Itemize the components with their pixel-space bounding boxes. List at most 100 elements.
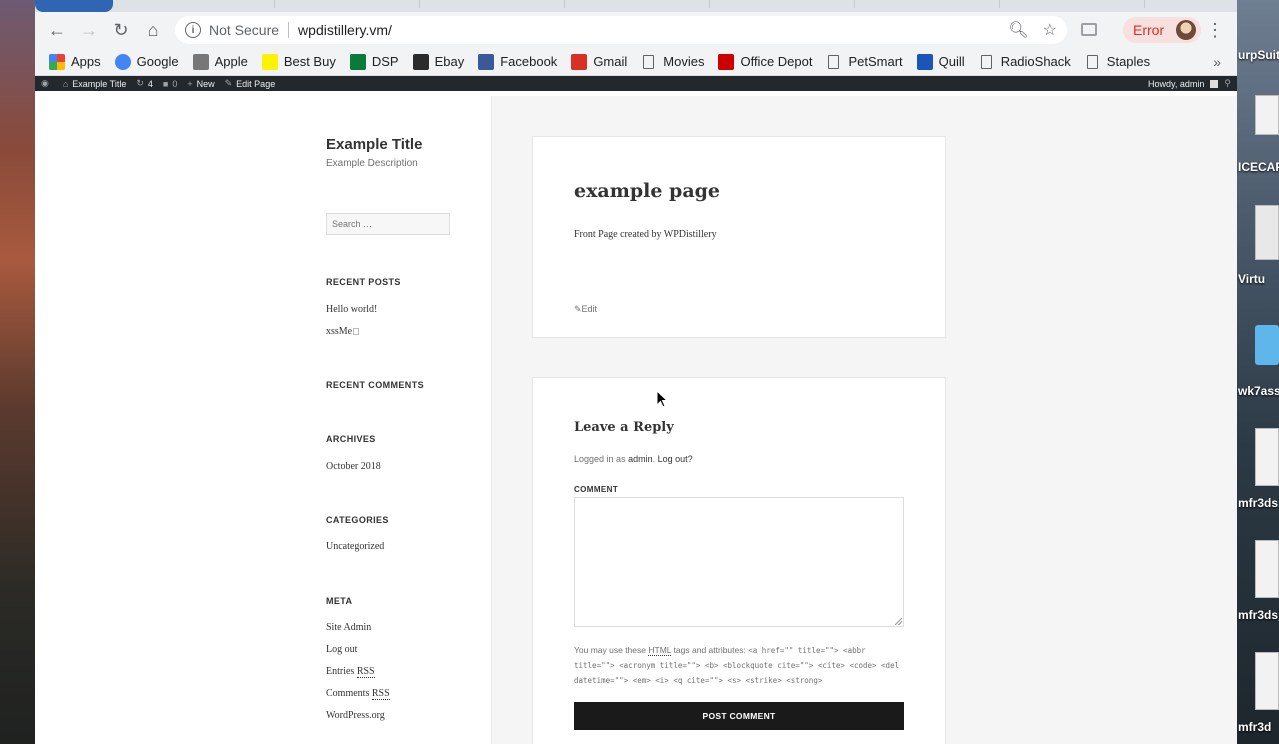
adminbar-search-icon[interactable]: ⚲: [1224, 78, 1231, 89]
bookmark-item[interactable]: Apps: [49, 53, 101, 70]
folder-icon[interactable]: [1255, 325, 1279, 365]
bookmark-item[interactable]: Facebook: [478, 53, 557, 70]
bookmark-item[interactable]: Google: [114, 53, 179, 70]
post-card: example page Front Page created by WPDis…: [532, 136, 946, 338]
comment-textarea[interactable]: [574, 497, 904, 627]
bookmark-item[interactable]: PetSmart: [826, 54, 903, 69]
adminbar-edit-page[interactable]: ✎ Edit Page: [225, 78, 276, 89]
archives-heading: ARCHIVES: [326, 434, 376, 444]
desktop-item-label[interactable]: wk7ass: [1238, 384, 1279, 398]
adminbar-updates[interactable]: ↻ 4: [136, 78, 153, 89]
category-link[interactable]: Uncategorized: [326, 541, 384, 552]
desktop-file-icon[interactable]: [1255, 95, 1279, 135]
wordpress-logo-icon[interactable]: ◉: [41, 78, 53, 89]
home-icon[interactable]: ⌂: [141, 18, 165, 42]
security-status[interactable]: Not Secure: [209, 22, 279, 38]
updates-count: 4: [147, 78, 153, 89]
forward-arrow-icon[interactable]: →: [77, 18, 101, 42]
desktop-item-label[interactable]: urpSuit: [1238, 48, 1279, 62]
desktop-file-icon[interactable]: [1255, 540, 1279, 598]
url-text[interactable]: wpdistillery.vm/: [298, 22, 392, 38]
post-comment-button[interactable]: POST COMMENT: [574, 702, 904, 730]
bookmark-item[interactable]: Apple: [192, 53, 248, 70]
desktop-item-label[interactable]: Virtu: [1238, 272, 1265, 286]
bookmark-item[interactable]: Ebay: [412, 53, 464, 70]
tab[interactable]: [280, 0, 420, 8]
bookmark-item[interactable]: Best Buy: [261, 53, 336, 70]
meta-entries-rss-link[interactable]: Entries RSS: [326, 666, 375, 678]
meta-site-admin-link[interactable]: Site Admin: [326, 622, 371, 633]
info-icon[interactable]: i: [185, 22, 201, 38]
rss-abbr: RSS: [356, 666, 375, 678]
edit-link[interactable]: ✎Edit: [574, 304, 597, 315]
bookmark-item[interactable]: Office Depot: [718, 53, 812, 70]
quill-icon: [916, 53, 933, 70]
avatar[interactable]: [1210, 79, 1219, 88]
tab[interactable]: [860, 0, 1000, 8]
desktop-item-label[interactable]: mfr3d: [1238, 720, 1271, 734]
page-icon: [828, 54, 840, 69]
back-arrow-icon[interactable]: ←: [45, 18, 69, 42]
desktop-item-label[interactable]: mfr3ds: [1238, 496, 1278, 510]
desktop-drive-icon[interactable]: [1255, 205, 1279, 260]
tab[interactable]: [135, 0, 275, 8]
adminbar-comments[interactable]: ■ 0: [163, 79, 177, 89]
bookmark-item[interactable]: Movies: [641, 54, 704, 69]
desktop-file-icon[interactable]: [1255, 428, 1279, 486]
site-description: Example Description: [326, 158, 418, 169]
resize-handle-icon[interactable]: [895, 618, 902, 625]
allowed-tags-prefix: You may use these: [574, 645, 646, 655]
adminbar-new[interactable]: + New: [187, 79, 214, 89]
bookmark-item[interactable]: DSP: [349, 53, 399, 70]
allowed-tags-suffix: tags and attributes:: [673, 645, 746, 655]
tab[interactable]: [425, 0, 565, 8]
meta-log-out-link[interactable]: Log out: [326, 644, 357, 655]
bookmark-star-icon[interactable]: ☆: [1043, 20, 1057, 40]
html-abbr: HTML: [648, 645, 672, 656]
reload-icon[interactable]: ↻: [109, 18, 133, 42]
recent-post-link[interactable]: xssMe: [326, 326, 360, 337]
desktop-background-left: [0, 0, 35, 744]
adminbar-howdy[interactable]: Howdy, admin: [1148, 79, 1204, 89]
plus-icon: +: [187, 78, 193, 89]
search-input[interactable]: [326, 213, 450, 235]
recent-post-title: xssMe: [326, 326, 353, 337]
recent-post-link[interactable]: Hello world!: [326, 304, 377, 315]
cast-icon[interactable]: [1081, 23, 1097, 36]
site-title[interactable]: Example Title: [326, 136, 422, 153]
avatar: [1176, 20, 1196, 40]
adminbar-site-name: Example Title: [72, 78, 127, 89]
updates-icon: ↻: [136, 78, 144, 88]
allowed-tags-note: You may use these HTML tags and attribut…: [574, 643, 906, 688]
desktop-item-label[interactable]: ICECAP: [1238, 160, 1279, 174]
bookmark-item[interactable]: Gmail: [571, 53, 627, 70]
meta-comments-rss-link[interactable]: Comments RSS: [326, 688, 390, 700]
profile-link[interactable]: admin: [628, 454, 653, 464]
desktop-file-icon[interactable]: [1255, 652, 1279, 710]
tab[interactable]: [715, 0, 855, 8]
profile-error-button[interactable]: Error: [1123, 17, 1201, 43]
tab[interactable]: [570, 0, 710, 8]
tab[interactable]: [1005, 0, 1145, 8]
log-out-link[interactable]: Log out?: [658, 454, 693, 464]
desktop-item-label[interactable]: mfr3ds_: [1238, 608, 1279, 622]
bookmark-item[interactable]: RadioShack: [979, 54, 1071, 69]
zoom-icon[interactable]: 🔍︎: [1008, 20, 1028, 40]
recent-comments-heading: RECENT COMMENTS: [326, 380, 424, 390]
more-menu-icon[interactable]: ⋮: [1205, 19, 1225, 41]
address-bar[interactable]: i Not Secure wpdistillery.vm/ 🔍︎ ☆: [175, 16, 1067, 44]
bookmark-item[interactable]: Staples: [1085, 54, 1150, 69]
meta-wordpress-link[interactable]: WordPress.org: [326, 710, 385, 721]
bookmarks-overflow-icon[interactable]: »: [1213, 54, 1221, 70]
archive-link[interactable]: October 2018: [326, 461, 381, 472]
apps-grid-icon: [49, 53, 65, 70]
comment-label: COMMENT: [574, 485, 619, 494]
tab-active[interactable]: [35, 0, 113, 12]
bookmark-label: Apps: [71, 54, 101, 69]
meta-entries-label: Entries: [326, 666, 355, 677]
gmail-icon: [571, 53, 588, 70]
pencil-icon: ✎: [224, 78, 233, 88]
bookmark-item[interactable]: Quill: [916, 53, 965, 70]
adminbar-site-link[interactable]: ⌂ Example Title: [63, 79, 126, 89]
broken-image-icon: [353, 328, 360, 335]
